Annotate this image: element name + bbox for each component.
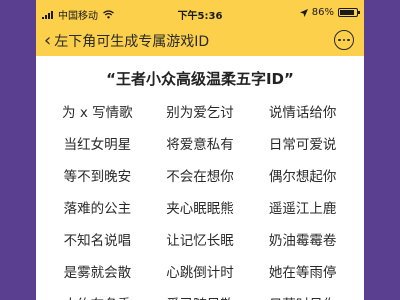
battery-icon xyxy=(338,8,360,17)
name-item: 她在等雨停 xyxy=(268,265,337,281)
status-right: 86% xyxy=(299,7,360,18)
name-item: 是雾就会散 xyxy=(63,265,132,281)
name-item: 落难的公主 xyxy=(63,201,132,217)
name-item: 日常可爱说 xyxy=(268,137,337,153)
name-item: 奶油霉霉卷 xyxy=(268,233,337,249)
name-item: 爱已随风散 xyxy=(149,293,252,300)
location-arrow-icon xyxy=(299,8,308,17)
name-item: 遥遥江上鹿 xyxy=(268,201,337,217)
name-item: 不会在想你 xyxy=(166,169,234,185)
name-item: 别为爱乞讨 xyxy=(166,105,234,121)
main-content: “王者小众高级温柔五字ID” 为 x 写情歌 别为爱乞讨 说情话给你当红女明星 将爱意… xyxy=(36,68,364,300)
battery-percent: 86% xyxy=(311,7,334,18)
more-dots-icon[interactable] xyxy=(334,30,354,50)
name-item: 等不到晚安 xyxy=(63,169,132,185)
back-label: 左下角可生成专属游戏ID xyxy=(54,34,210,50)
name-item: 将爱意私有 xyxy=(166,137,234,153)
back-button[interactable]: ‹ 左下角可生成专属游戏ID xyxy=(44,31,209,51)
name-item: 为 x 写情歌 xyxy=(62,105,133,121)
page-title: “王者小众高级温柔五字ID” xyxy=(106,70,294,88)
name-item: 让记忆长眠 xyxy=(166,233,234,249)
name-item: 夹心眠眠熊 xyxy=(166,201,234,217)
nav-bar: ‹ 左下角可生成专属游戏ID xyxy=(36,26,364,56)
name-item: 当红女明星 xyxy=(63,137,132,153)
name-item: 不知名说唱 xyxy=(63,233,132,249)
name-grid: 为 x 写情歌 别为爱乞讨 说情话给你当红女明星 将爱意私有 日常可爱说等不到晚安 不会在… xyxy=(36,101,364,300)
name-item: 心跳倒计时 xyxy=(166,265,234,281)
status-bar: 中国移动 下午5:36 86% xyxy=(36,0,364,26)
phone-screen: 中国移动 下午5:36 86% ‹ 左下角可生成专属游戏ID “王者小众高级温柔… xyxy=(36,0,364,300)
name-item: 说情话给你 xyxy=(268,105,337,121)
chevron-left-icon: ‹ xyxy=(44,30,52,51)
name-item: 大约在冬季 xyxy=(46,293,149,300)
name-item: 偶尔想起你 xyxy=(268,169,337,185)
name-item: 日落时见你 xyxy=(251,293,354,300)
